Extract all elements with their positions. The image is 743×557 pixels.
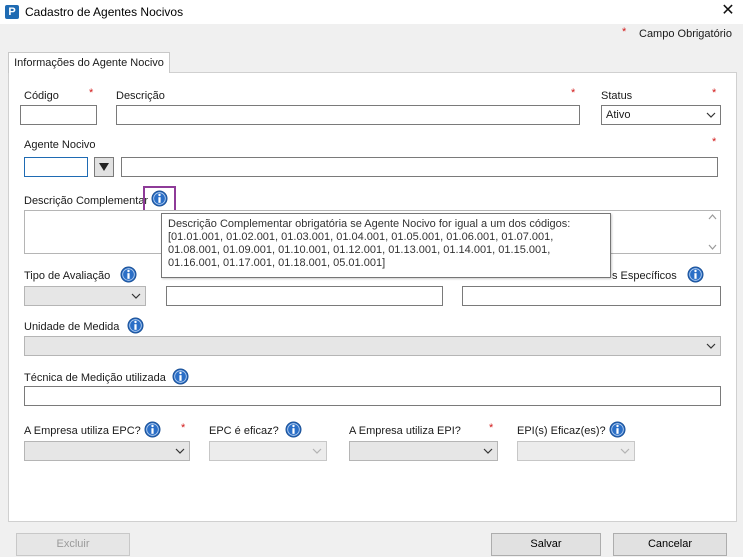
empresa-epc-label: A Empresa utiliza EPC? xyxy=(24,425,141,437)
intensidade-input[interactable] xyxy=(166,286,443,306)
limites-especificos-input[interactable] xyxy=(462,286,721,306)
app-logo-icon: P xyxy=(5,5,19,19)
chevron-down-icon xyxy=(706,112,716,118)
agente-nocivo-desc-input[interactable] xyxy=(121,157,718,177)
tipo-avaliacao-label: Tipo de Avaliação xyxy=(24,270,111,282)
descricao-label: Descrição xyxy=(116,90,165,102)
info-icon[interactable] xyxy=(285,421,302,438)
chevron-down-icon xyxy=(312,448,322,454)
empresa-epi-select[interactable] xyxy=(349,441,498,461)
chevron-down-icon xyxy=(131,293,141,299)
epi-eficaz-select[interactable] xyxy=(517,441,635,461)
required-legend-text: Campo Obrigatório xyxy=(639,28,732,40)
status-value: Ativo xyxy=(606,109,631,121)
chevron-down-icon xyxy=(620,448,630,454)
agente-nocivo-dropdown-button[interactable] xyxy=(94,157,114,177)
status-required-star: * xyxy=(712,87,717,99)
tooltip-line: 01.08.001, 01.09.001, 01.10.001, 01.12.0… xyxy=(168,244,551,256)
tecnica-medicao-input[interactable] xyxy=(24,386,721,406)
tooltip-line: [01.01.001, 01.02.001, 01.03.001, 01.04.… xyxy=(168,231,554,243)
descricao-required-star: * xyxy=(571,87,576,99)
scroll-up-icon[interactable] xyxy=(708,214,717,220)
epc-eficaz-label: EPC é eficaz? xyxy=(209,425,279,437)
unidade-medida-select[interactable] xyxy=(24,336,721,356)
required-legend-star: * xyxy=(622,26,627,38)
agente-nocivo-required-star: * xyxy=(712,136,717,148)
tab-informacoes-agente[interactable]: Informações do Agente Nocivo xyxy=(8,52,170,73)
triangle-down-icon xyxy=(99,163,109,171)
empresa-epc-required-star: * xyxy=(181,422,186,434)
agente-nocivo-code-input[interactable] xyxy=(24,157,88,177)
status-select[interactable]: Ativo xyxy=(601,105,721,125)
tooltip-line: 01.16.001, 01.17.001, 01.18.001, 05.01.0… xyxy=(168,257,386,269)
info-icon[interactable] xyxy=(151,190,168,207)
descricao-complementar-label: Descrição Complementar xyxy=(24,195,149,207)
empresa-epi-label: A Empresa utiliza EPI? xyxy=(349,425,461,437)
close-button[interactable]: ✕ xyxy=(718,1,738,21)
info-icon[interactable] xyxy=(144,421,161,438)
info-icon[interactable] xyxy=(120,266,137,283)
epi-eficaz-label: EPI(s) Eficaz(es)? xyxy=(517,425,606,437)
salvar-button[interactable]: Salvar xyxy=(491,533,601,556)
excluir-button[interactable]: Excluir xyxy=(16,533,130,556)
info-icon[interactable] xyxy=(687,266,704,283)
chevron-down-icon xyxy=(175,448,185,454)
info-icon[interactable] xyxy=(172,368,189,385)
scroll-down-icon[interactable] xyxy=(708,244,717,250)
tecnica-medicao-label: Técnica de Medição utilizada xyxy=(24,372,166,384)
window-title: Cadastro de Agentes Nocivos xyxy=(25,5,184,19)
epc-eficaz-select[interactable] xyxy=(209,441,327,461)
empresa-epc-select[interactable] xyxy=(24,441,190,461)
descricao-input[interactable] xyxy=(116,105,580,125)
info-tooltip: Descrição Complementar obrigatória se Ag… xyxy=(161,213,611,278)
info-icon[interactable] xyxy=(609,421,626,438)
codigo-input[interactable] xyxy=(20,105,97,125)
codigo-label: Código xyxy=(24,90,59,102)
status-label: Status xyxy=(601,90,633,102)
cancelar-button[interactable]: Cancelar xyxy=(613,533,727,556)
agente-nocivo-label: Agente Nocivo xyxy=(24,139,96,151)
tipo-avaliacao-select[interactable] xyxy=(24,286,146,306)
codigo-required-star: * xyxy=(89,87,94,99)
empresa-epi-required-star: * xyxy=(489,422,494,434)
info-icon[interactable] xyxy=(127,317,144,334)
unidade-medida-label: Unidade de Medida xyxy=(24,321,120,333)
chevron-down-icon xyxy=(706,343,716,349)
tooltip-line: Descrição Complementar obrigatória se Ag… xyxy=(168,218,571,230)
limites-especificos-label: s Específicos xyxy=(612,270,677,282)
chevron-down-icon xyxy=(483,448,493,454)
